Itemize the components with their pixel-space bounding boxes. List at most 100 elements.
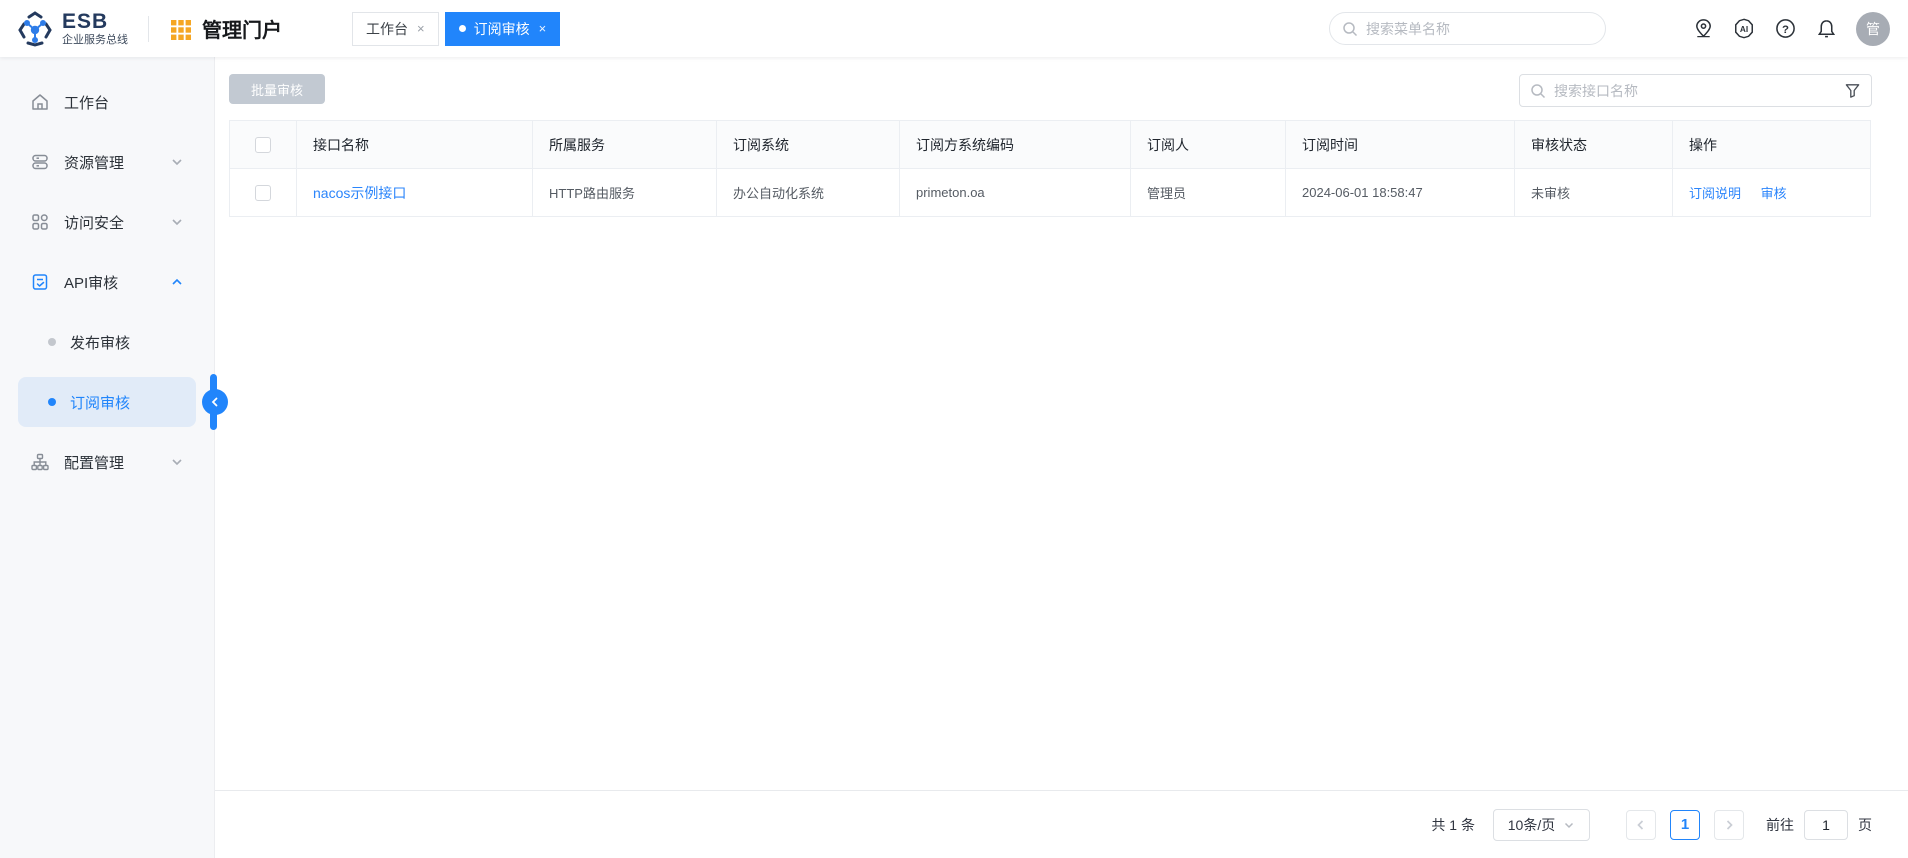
server-stack-icon (30, 152, 50, 172)
page-unit-label: 页 (1858, 815, 1872, 835)
sidebar-item-label: 工作台 (64, 92, 184, 113)
chevron-down-icon (170, 455, 184, 469)
main-content: 批量审核 (215, 57, 1908, 858)
sidebar-item-resources[interactable]: 资源管理 (18, 137, 196, 187)
review-link[interactable]: 审核 (1761, 186, 1787, 201)
column-header-system-code: 订阅方系统编码 (900, 121, 1131, 169)
sidebar-nav: 工作台 资源管理 (0, 57, 215, 858)
column-header-actions: 操作 (1673, 121, 1871, 169)
sidebar-item-label: 资源管理 (64, 152, 170, 173)
chevron-right-icon (1723, 819, 1735, 831)
apps-grid-icon (30, 212, 50, 232)
batch-review-button[interactable]: 批量审核 (229, 74, 325, 104)
menu-search-input[interactable] (1366, 21, 1593, 37)
chevron-up-icon (170, 275, 184, 289)
sidebar-item-api-review[interactable]: API审核 (18, 257, 196, 307)
interface-search-input[interactable] (1554, 83, 1844, 99)
prev-page-button[interactable] (1626, 810, 1656, 840)
active-tab-dot (459, 25, 466, 32)
app-window: ESB 企业服务总线 管理门户 工作台 × 订阅审核 (0, 0, 1908, 858)
chevron-down-icon (1563, 819, 1575, 831)
cell-system-code: primeton.oa (900, 169, 1131, 217)
cell-subscribing-system: 办公自动化系统 (717, 169, 900, 217)
tab-workbench[interactable]: 工作台 × (352, 12, 439, 46)
location-pin-icon[interactable] (1692, 18, 1714, 40)
tab-label: 工作台 (366, 19, 408, 39)
goto-page-input[interactable] (1804, 810, 1848, 840)
esb-logo-icon (16, 10, 54, 48)
bullet-dot-icon (48, 338, 56, 346)
pagination-bar: 共 1 条 10条/页 1 前 (215, 790, 1908, 858)
interface-name-link[interactable]: nacos示例接口 (313, 185, 406, 201)
top-header: ESB 企业服务总线 管理门户 工作台 × 订阅审核 (0, 0, 1908, 57)
grid-icon (169, 17, 193, 41)
bullet-dot-icon (48, 398, 56, 406)
close-icon[interactable]: × (539, 21, 547, 36)
sidebar-item-config[interactable]: 配置管理 (18, 437, 196, 487)
sidebar-item-label: 订阅审核 (70, 392, 184, 413)
ai-assistant-icon[interactable]: AI (1733, 18, 1755, 40)
select-all-checkbox[interactable] (255, 137, 271, 153)
row-checkbox[interactable] (255, 185, 271, 201)
sidebar-item-access-security[interactable]: 访问安全 (18, 197, 196, 247)
cell-subscribe-time: 2024-06-01 18:58:47 (1286, 169, 1515, 217)
chevron-down-icon (170, 155, 184, 169)
tab-bar: 工作台 × 订阅审核 × (352, 12, 560, 46)
cell-subscriber: 管理员 (1131, 169, 1286, 217)
sidebar-item-label: 访问安全 (64, 212, 170, 233)
table-row: nacos示例接口 HTTP路由服务 办公自动化系统 primeton.oa 管… (230, 169, 1871, 217)
cell-service: HTTP路由服务 (533, 169, 717, 217)
column-header-interface-name: 接口名称 (297, 121, 533, 169)
cell-review-status: 未审核 (1515, 169, 1673, 217)
search-icon (1530, 83, 1546, 99)
portal-title: 管理门户 (202, 14, 282, 43)
sidebar-item-publish-review[interactable]: 发布审核 (18, 317, 196, 367)
column-header-subscriber: 订阅人 (1131, 121, 1286, 169)
user-avatar[interactable]: 管 (1856, 12, 1890, 46)
svg-text:?: ? (1782, 24, 1789, 36)
goto-label: 前往 (1766, 815, 1794, 835)
table-header-row: 接口名称 所属服务 订阅系统 订阅方系统编码 订阅人 订阅时间 审核状态 操作 (230, 121, 1871, 169)
sitemap-icon (30, 452, 50, 472)
interface-search-box[interactable] (1519, 74, 1872, 107)
next-page-button[interactable] (1714, 810, 1744, 840)
column-header-review-status: 审核状态 (1515, 121, 1673, 169)
table-toolbar: 批量审核 (229, 74, 1872, 107)
sidebar-item-label: 配置管理 (64, 452, 170, 473)
header-divider (148, 16, 149, 42)
logo-title: ESB (62, 11, 128, 32)
chevron-down-icon (170, 215, 184, 229)
page-size-value: 10条/页 (1508, 815, 1555, 835)
menu-search-box[interactable] (1329, 12, 1606, 45)
sidebar-item-label: API审核 (64, 272, 170, 293)
chevron-left-icon (1635, 819, 1647, 831)
svg-text:AI: AI (1740, 25, 1748, 34)
subscription-review-table: 接口名称 所属服务 订阅系统 订阅方系统编码 订阅人 订阅时间 审核状态 操作 … (229, 120, 1871, 217)
collapse-chevron-left-icon[interactable] (202, 389, 228, 415)
tab-label: 订阅审核 (474, 19, 530, 39)
help-icon[interactable]: ? (1774, 18, 1796, 40)
search-icon (1342, 21, 1358, 37)
subscription-detail-link[interactable]: 订阅说明 (1689, 186, 1741, 201)
notification-bell-icon[interactable] (1815, 18, 1837, 40)
sidebar-item-workbench[interactable]: 工作台 (18, 77, 196, 127)
column-header-service: 所属服务 (533, 121, 717, 169)
column-header-subscribe-time: 订阅时间 (1286, 121, 1515, 169)
portal-brand: 管理门户 (169, 14, 282, 43)
sidebar-item-subscription-review[interactable]: 订阅审核 (18, 377, 196, 427)
esb-logo-text: ESB 企业服务总线 (62, 11, 128, 46)
sidebar-item-label: 发布审核 (70, 332, 184, 353)
page-number-button[interactable]: 1 (1670, 810, 1700, 840)
total-count-label: 共 1 条 (1431, 815, 1475, 835)
tab-subscription-review[interactable]: 订阅审核 × (445, 12, 561, 46)
logo-subtitle: 企业服务总线 (62, 35, 128, 46)
esb-logo: ESB 企业服务总线 (0, 10, 128, 48)
filter-funnel-icon[interactable] (1844, 82, 1861, 99)
document-check-icon (30, 272, 50, 292)
sidebar-collapse-handle[interactable] (210, 374, 220, 430)
home-icon (30, 92, 50, 112)
header-actions: AI ? 管 (1692, 12, 1890, 46)
close-icon[interactable]: × (417, 21, 425, 36)
page-size-select[interactable]: 10条/页 (1493, 809, 1590, 841)
column-header-subscribing-system: 订阅系统 (717, 121, 900, 169)
